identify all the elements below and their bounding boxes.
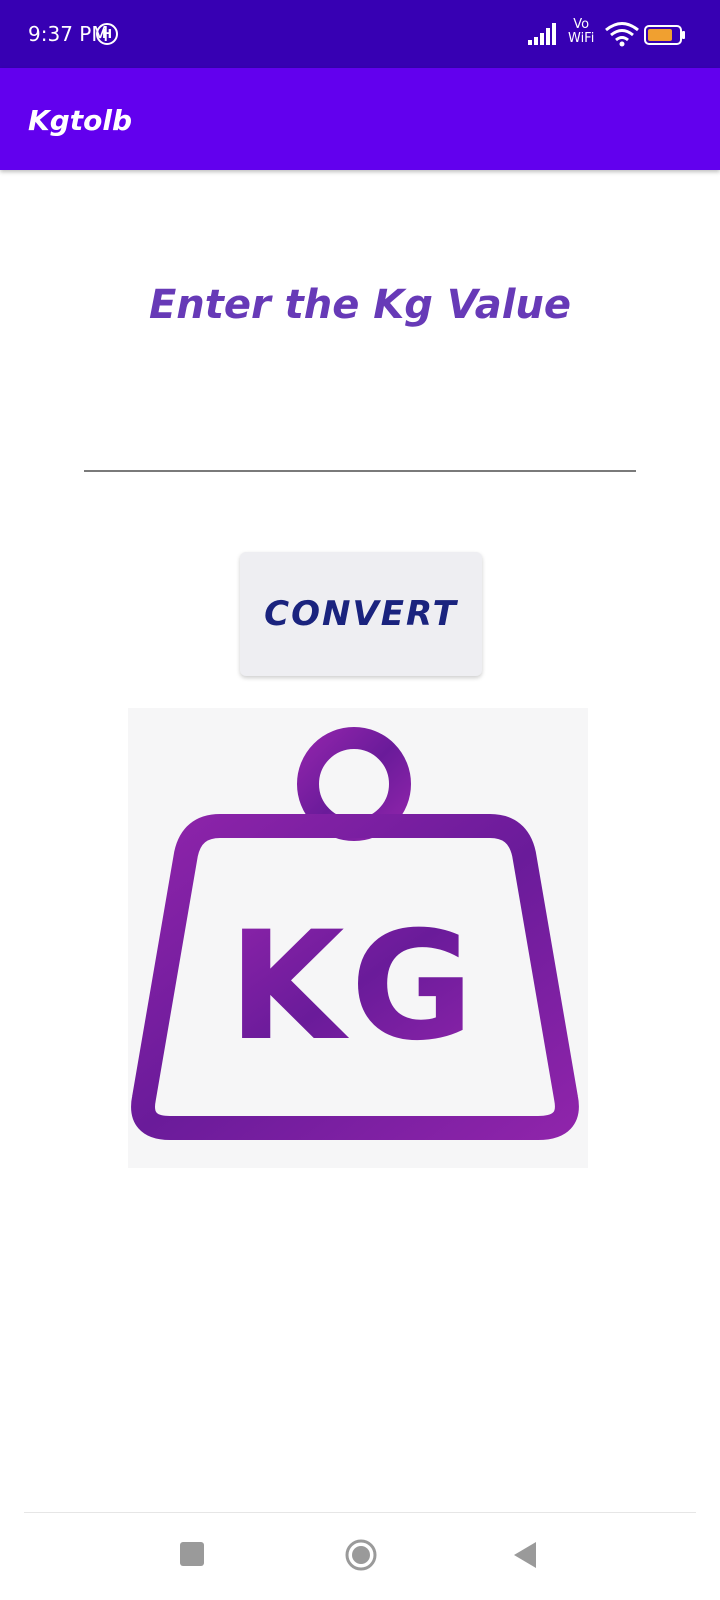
signal-icon [528, 23, 556, 45]
convert-button[interactable]: CONVERT [240, 552, 482, 676]
home-icon[interactable] [344, 1538, 378, 1572]
status-bar: 9:37 PM H Vo WiFi [0, 0, 720, 68]
app-title: Kgtolb [28, 104, 133, 137]
kg-weight-image: KG [128, 708, 588, 1168]
kg-weight-icon: KG [131, 727, 579, 1140]
vowifi-top: Vo [573, 17, 590, 32]
battery-icon [644, 25, 685, 45]
vowifi-label: Vo WiFi [568, 18, 594, 46]
kg-input[interactable] [84, 420, 636, 472]
h-badge-icon: H [96, 23, 118, 45]
heading-label: Enter the Kg Value [148, 282, 572, 328]
vowifi-bottom: WiFi [568, 31, 595, 46]
kg-image-text: KG [228, 900, 479, 1074]
back-icon[interactable] [512, 1540, 538, 1570]
recent-apps-icon[interactable] [180, 1542, 204, 1566]
app-bar: Kgtolb [0, 68, 720, 170]
nav-divider [24, 1512, 696, 1513]
wifi-icon [605, 22, 639, 47]
